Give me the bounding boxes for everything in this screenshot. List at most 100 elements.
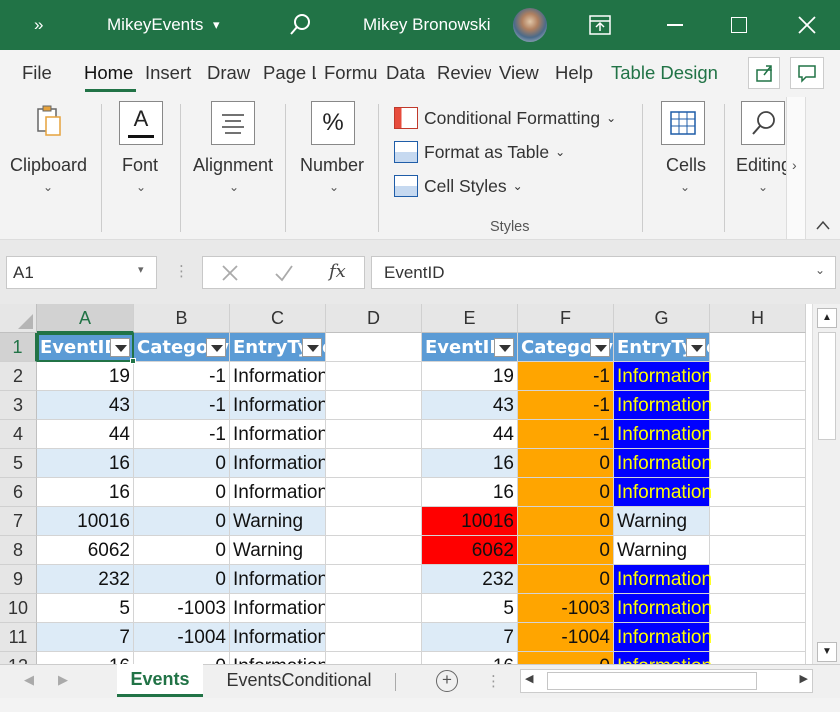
- insert-function-icon[interactable]: fx: [329, 261, 346, 282]
- right-table-cell[interactable]: 0: [518, 536, 614, 565]
- empty-cell[interactable]: [326, 652, 422, 664]
- tab-insert[interactable]: Insert: [145, 62, 200, 84]
- left-table-cell[interactable]: Information: [230, 391, 326, 420]
- format-as-table-button[interactable]: Format as Table ⌄: [394, 137, 565, 167]
- vertical-scrollbar[interactable]: ▲ ▼: [812, 304, 840, 664]
- select-all-corner[interactable]: [0, 304, 37, 333]
- left-table-cell[interactable]: 0: [134, 507, 230, 536]
- empty-cell[interactable]: [326, 420, 422, 449]
- row-header[interactable]: 6: [0, 478, 37, 507]
- search-icon[interactable]: [288, 0, 312, 50]
- horizontal-scroll-thumb[interactable]: [547, 672, 757, 690]
- empty-cell[interactable]: [326, 333, 422, 362]
- tab-home[interactable]: Home: [84, 62, 138, 84]
- empty-cell[interactable]: [710, 333, 806, 362]
- left-table-cell[interactable]: 232: [37, 565, 134, 594]
- right-table-cell[interactable]: Information: [614, 594, 712, 623]
- right-table-cell[interactable]: 43: [422, 391, 518, 420]
- left-table-cell[interactable]: 16: [37, 478, 134, 507]
- ribbon-display-options-icon[interactable]: [589, 0, 611, 50]
- right-table-cell[interactable]: 7: [422, 623, 518, 652]
- tab-table-design[interactable]: Table Design: [611, 62, 726, 84]
- right-table-cell[interactable]: 16: [422, 449, 518, 478]
- empty-cell[interactable]: [326, 507, 422, 536]
- left-table-cell[interactable]: -1: [134, 420, 230, 449]
- close-icon[interactable]: [797, 0, 817, 50]
- row-header[interactable]: 3: [0, 391, 37, 420]
- right-table-cell[interactable]: 5: [422, 594, 518, 623]
- left-table-cell[interactable]: 7: [37, 623, 134, 652]
- left-table-cell[interactable]: Information: [230, 449, 326, 478]
- empty-cell[interactable]: [326, 536, 422, 565]
- left-table-cell[interactable]: 10016: [37, 507, 134, 536]
- maximize-icon[interactable]: [731, 0, 747, 50]
- empty-cell[interactable]: [326, 565, 422, 594]
- right-table-cell[interactable]: Information: [614, 623, 712, 652]
- left-table-cell[interactable]: Information: [230, 623, 326, 652]
- left-table-cell[interactable]: Warning: [230, 507, 326, 536]
- chevron-down-icon[interactable]: ⌄: [815, 263, 825, 277]
- row-header[interactable]: 9: [0, 565, 37, 594]
- right-table-cell[interactable]: 44: [422, 420, 518, 449]
- row-header[interactable]: 12: [0, 652, 37, 664]
- empty-cell[interactable]: [710, 362, 806, 391]
- left-table-cell[interactable]: Information: [230, 652, 326, 664]
- empty-cell[interactable]: [710, 623, 806, 652]
- sheet-tab-events[interactable]: Events: [117, 664, 203, 697]
- left-table-cell[interactable]: Warning: [230, 536, 326, 565]
- right-table-cell[interactable]: Information: [614, 449, 712, 478]
- tab-formulas[interactable]: Formu: [324, 62, 378, 84]
- left-table-cell[interactable]: -1: [134, 391, 230, 420]
- right-table-cell[interactable]: 232: [422, 565, 518, 594]
- scroll-down-icon[interactable]: ▼: [817, 642, 837, 662]
- empty-cell[interactable]: [710, 449, 806, 478]
- left-table-cell[interactable]: 0: [134, 478, 230, 507]
- scroll-left-icon[interactable]: ◀: [525, 672, 533, 685]
- filter-dropdown-icon[interactable]: [206, 338, 226, 357]
- scroll-thumb[interactable]: [818, 332, 836, 440]
- tab-data[interactable]: Data: [386, 62, 430, 84]
- column-header[interactable]: A: [37, 304, 134, 333]
- empty-cell[interactable]: [326, 362, 422, 391]
- right-table-cell[interactable]: -1003: [518, 594, 614, 623]
- right-table-cell[interactable]: Warning: [614, 507, 710, 536]
- right-table-cell[interactable]: Information: [614, 420, 712, 449]
- spreadsheet-grid[interactable]: ABCDEFGH123456789101112EventIDEventIDCat…: [0, 304, 812, 664]
- conditional-formatting-button[interactable]: Conditional Formatting ⌄: [394, 103, 616, 133]
- sheet-tab-eventsconditional[interactable]: EventsConditional: [213, 665, 385, 698]
- add-sheet-icon[interactable]: +: [436, 670, 458, 692]
- left-table-cell[interactable]: 0: [134, 652, 230, 664]
- prev-sheet-icon[interactable]: ◀: [24, 672, 34, 688]
- scroll-right-icon[interactable]: ▶: [800, 672, 808, 685]
- right-table-cell[interactable]: 10016: [422, 507, 518, 536]
- tab-review[interactable]: Review: [437, 62, 491, 84]
- share-icon[interactable]: [748, 57, 780, 89]
- empty-cell[interactable]: [710, 478, 806, 507]
- document-title[interactable]: MikeyEvents: [107, 0, 203, 50]
- quick-access-menu[interactable]: »: [34, 0, 43, 50]
- filter-dropdown-icon[interactable]: [686, 338, 706, 357]
- left-table-cell[interactable]: 19: [37, 362, 134, 391]
- empty-cell[interactable]: [710, 565, 806, 594]
- left-table-cell[interactable]: 16: [37, 652, 134, 664]
- empty-cell[interactable]: [326, 391, 422, 420]
- next-sheet-icon[interactable]: ▶: [58, 672, 68, 688]
- empty-cell[interactable]: [710, 391, 806, 420]
- right-table-cell[interactable]: Warning: [614, 536, 710, 565]
- row-header[interactable]: 8: [0, 536, 37, 565]
- right-table-cell[interactable]: Information: [614, 362, 712, 391]
- left-table-cell[interactable]: Information: [230, 478, 326, 507]
- chevron-down-icon[interactable]: ▾: [138, 263, 144, 276]
- right-table-cell[interactable]: 0: [518, 478, 614, 507]
- empty-cell[interactable]: [710, 594, 806, 623]
- cancel-icon[interactable]: [220, 263, 240, 288]
- left-table-cell[interactable]: Information: [230, 362, 326, 391]
- left-table-cell[interactable]: 43: [37, 391, 134, 420]
- right-table-cell[interactable]: -1: [518, 362, 614, 391]
- right-table-cell[interactable]: 16: [422, 652, 518, 664]
- filter-dropdown-icon[interactable]: [302, 338, 322, 357]
- name-box[interactable]: A1: [6, 256, 157, 289]
- right-table-cell[interactable]: -1: [518, 391, 614, 420]
- column-header[interactable]: G: [614, 304, 710, 333]
- row-header[interactable]: 2: [0, 362, 37, 391]
